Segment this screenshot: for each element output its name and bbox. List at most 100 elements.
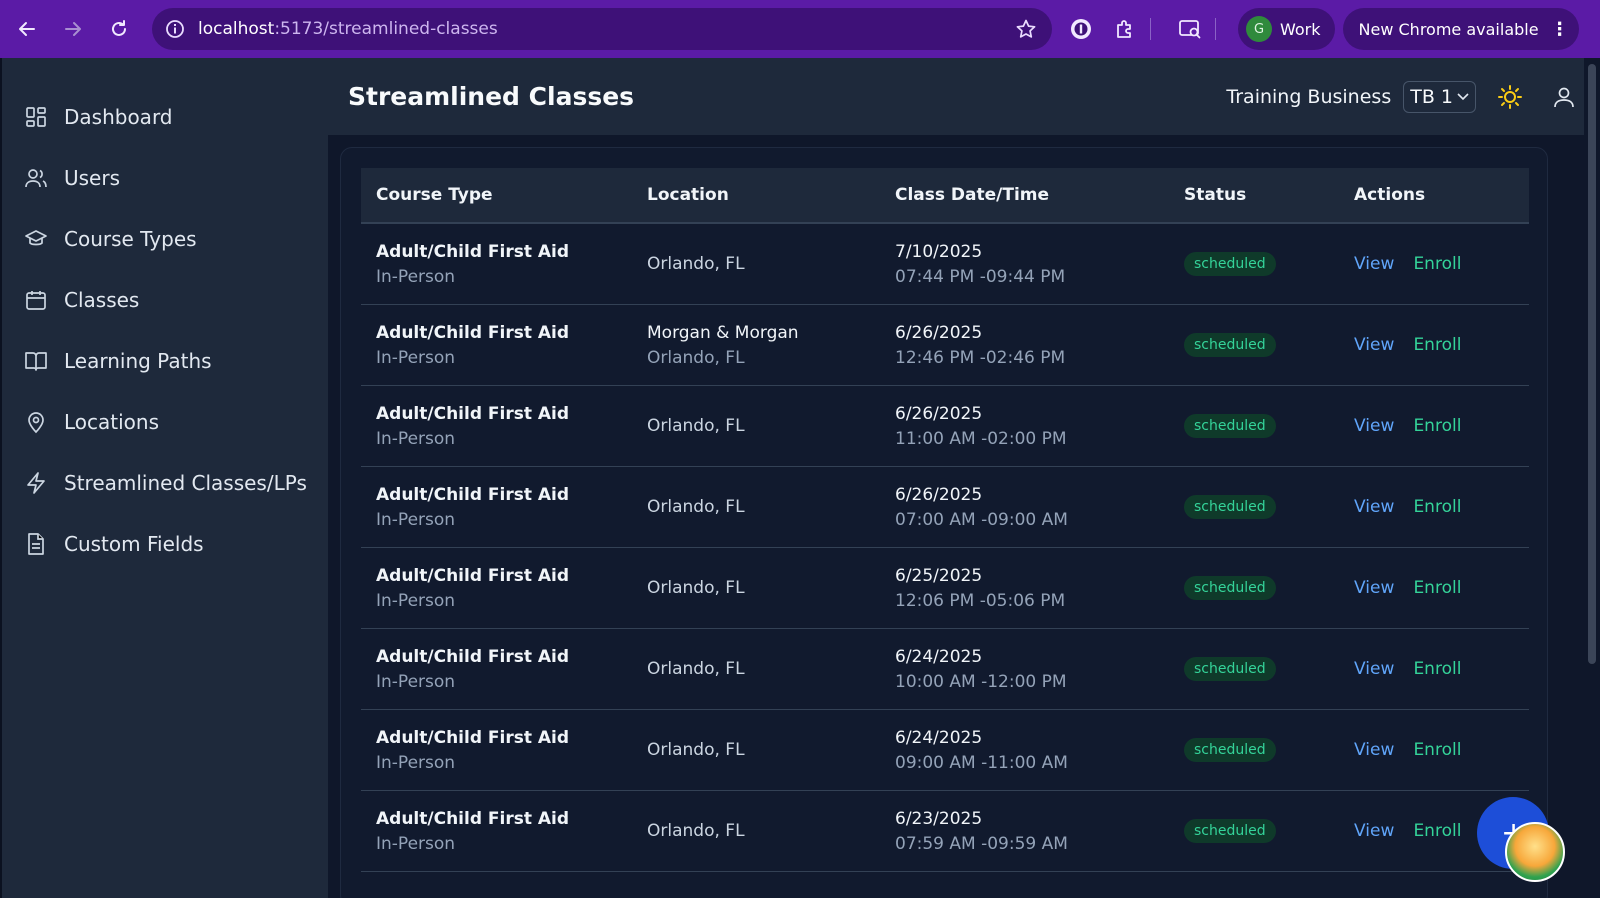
forward-icon[interactable] xyxy=(56,12,90,46)
page-header: Streamlined Classes Training Business TB… xyxy=(328,58,1600,135)
sidebar-item-users[interactable]: Users xyxy=(2,147,328,208)
location-cell: Morgan & Morgan Orlando, FL xyxy=(632,323,880,368)
sidebar-item-streamlined-classes[interactable]: Streamlined Classes/LPs xyxy=(2,452,328,513)
status-badge: scheduled xyxy=(1184,738,1276,762)
page-title: Streamlined Classes xyxy=(348,82,635,111)
sidebar: Dashboard Users Course Types Classes Lea… xyxy=(0,58,328,898)
view-link[interactable]: View xyxy=(1354,578,1394,598)
enroll-link[interactable]: Enroll xyxy=(1413,821,1461,841)
sidebar-item-course-types[interactable]: Course Types xyxy=(2,208,328,269)
course-name: Adult/Child First Aid xyxy=(376,322,570,343)
sidebar-item-custom-fields[interactable]: Custom Fields xyxy=(2,513,328,574)
status-badge: scheduled xyxy=(1184,414,1276,438)
course-name: Adult/Child First Aid xyxy=(376,808,570,829)
chat-avatar-bubble[interactable] xyxy=(1505,822,1565,882)
status-badge: scheduled xyxy=(1184,495,1276,519)
enroll-link[interactable]: Enroll xyxy=(1413,740,1461,760)
view-link[interactable]: View xyxy=(1354,335,1394,355)
sidebar-item-label: Classes xyxy=(64,287,140,312)
class-time: 10:00 AM -12:00 PM xyxy=(895,671,1067,692)
class-time: 07:59 AM -09:59 AM xyxy=(895,833,1068,854)
more-vertical-icon[interactable]: ⋮ xyxy=(1551,19,1569,40)
table-row: Adult/Child First Aid In-Person Orlando,… xyxy=(361,791,1529,872)
status-badge: scheduled xyxy=(1184,576,1276,600)
url-text: localhost:5173/streamlined-classes xyxy=(198,19,1014,39)
class-date: 6/24/2025 xyxy=(895,727,983,748)
view-link[interactable]: View xyxy=(1354,254,1394,274)
reload-icon[interactable] xyxy=(102,12,136,46)
status-cell: scheduled xyxy=(1169,657,1339,681)
status-cell: scheduled xyxy=(1169,495,1339,519)
view-link[interactable]: View xyxy=(1354,740,1394,760)
status-cell: scheduled xyxy=(1169,414,1339,438)
tab-search-icon[interactable] xyxy=(1175,14,1205,44)
sidebar-item-learning-paths[interactable]: Learning Paths xyxy=(2,330,328,391)
profile-label: Work xyxy=(1280,19,1321,39)
lightning-icon xyxy=(24,471,48,495)
chrome-update-button[interactable]: New Chrome available ⋮ xyxy=(1342,8,1579,50)
enroll-link[interactable]: Enroll xyxy=(1413,254,1461,274)
scrollbar-thumb[interactable] xyxy=(1588,64,1596,664)
sidebar-item-label: Dashboard xyxy=(64,104,173,129)
profile-button[interactable]: G Work xyxy=(1238,8,1335,50)
actions-cell: View Enroll xyxy=(1339,578,1529,598)
page-scrollbar[interactable] xyxy=(1584,58,1600,898)
view-link[interactable]: View xyxy=(1354,821,1394,841)
view-link[interactable]: View xyxy=(1354,659,1394,679)
sidebar-item-dashboard[interactable]: Dashboard xyxy=(2,86,328,147)
course-name: Adult/Child First Aid xyxy=(376,646,570,667)
book-icon xyxy=(24,349,48,373)
enroll-link[interactable]: Enroll xyxy=(1413,416,1461,436)
theme-toggle-sun-icon[interactable] xyxy=(1496,83,1524,111)
course-name: Adult/Child First Aid xyxy=(376,403,570,424)
class-date: 6/24/2025 xyxy=(895,646,983,667)
location-cell: Orlando, FL xyxy=(632,740,880,760)
status-cell: scheduled xyxy=(1169,252,1339,276)
course-name: Adult/Child First Aid xyxy=(376,565,570,586)
status-badge: scheduled xyxy=(1184,333,1276,357)
toolbar-separator xyxy=(1150,18,1151,40)
location-city: Orlando, FL xyxy=(647,740,745,760)
table-row: Adult/Child First Aid In-Person Morgan &… xyxy=(361,305,1529,386)
enroll-link[interactable]: Enroll xyxy=(1413,659,1461,679)
back-icon[interactable] xyxy=(10,12,44,46)
password-manager-icon[interactable] xyxy=(1066,14,1096,44)
bookmark-star-icon[interactable] xyxy=(1014,17,1038,41)
enroll-link[interactable]: Enroll xyxy=(1413,578,1461,598)
app-root: Dashboard Users Course Types Classes Lea… xyxy=(0,58,1600,898)
location-name: Morgan & Morgan xyxy=(647,322,799,343)
location-cell: Orlando, FL xyxy=(632,254,880,274)
class-time: 07:44 PM -09:44 PM xyxy=(895,266,1066,287)
datetime-cell: 7/10/2025 07:44 PM -09:44 PM xyxy=(880,242,1169,287)
enroll-link[interactable]: Enroll xyxy=(1413,335,1461,355)
sidebar-item-label: Streamlined Classes/LPs xyxy=(64,470,307,495)
column-header: Class Date/Time xyxy=(895,185,1050,205)
class-time: 09:00 AM -11:00 AM xyxy=(895,752,1068,773)
extensions-puzzle-icon[interactable] xyxy=(1110,14,1140,44)
address-bar[interactable]: localhost:5173/streamlined-classes xyxy=(152,8,1052,50)
location-cell: Orlando, FL xyxy=(632,497,880,517)
view-link[interactable]: View xyxy=(1354,416,1394,436)
business-select[interactable]: TB 1 xyxy=(1403,80,1476,113)
column-header: Status xyxy=(1184,185,1247,205)
course-cell: Adult/Child First Aid In-Person xyxy=(361,809,632,854)
user-menu-icon[interactable] xyxy=(1550,83,1578,111)
course-cell: Adult/Child First Aid In-Person xyxy=(361,485,632,530)
table-row: Adult/Child First Aid In-Person Orlando,… xyxy=(361,548,1529,629)
site-info-icon[interactable] xyxy=(164,18,186,40)
sidebar-item-locations[interactable]: Locations xyxy=(2,391,328,452)
actions-cell: View Enroll xyxy=(1339,659,1529,679)
datetime-cell: 6/25/2025 12:06 PM -05:06 PM xyxy=(880,566,1169,611)
view-link[interactable]: View xyxy=(1354,497,1394,517)
status-badge: scheduled xyxy=(1184,657,1276,681)
grid-icon xyxy=(24,105,48,129)
class-date: 6/26/2025 xyxy=(895,322,983,343)
datetime-cell: 6/26/2025 07:00 AM -09:00 AM xyxy=(880,485,1169,530)
enroll-link[interactable]: Enroll xyxy=(1413,497,1461,517)
status-cell: scheduled xyxy=(1169,819,1339,843)
sidebar-item-classes[interactable]: Classes xyxy=(2,269,328,330)
course-name: Adult/Child First Aid xyxy=(376,484,570,505)
class-date: 7/10/2025 xyxy=(895,241,983,262)
map-pin-icon xyxy=(24,410,48,434)
location-city: Orlando, FL xyxy=(647,497,745,517)
